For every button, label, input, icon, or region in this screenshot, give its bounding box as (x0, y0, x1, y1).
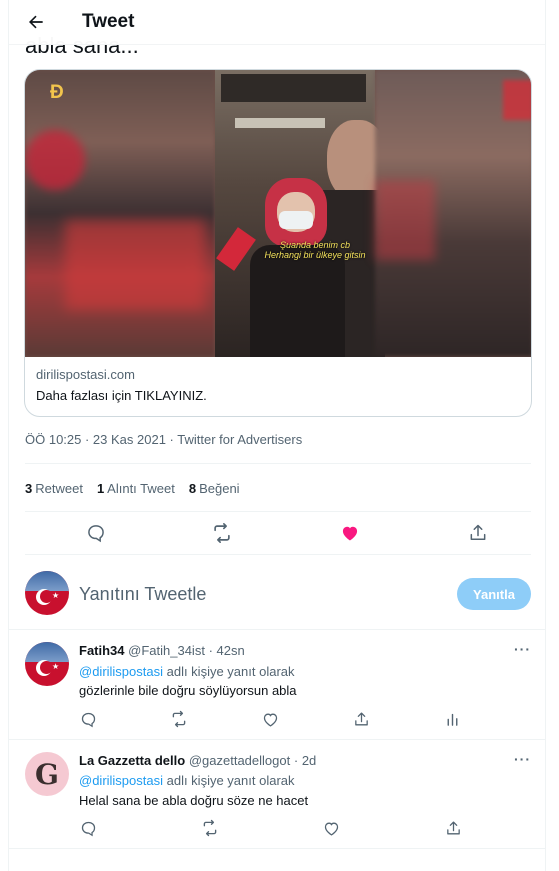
card-domain: dirilispostasi.com (36, 367, 135, 382)
top-header: Tweet (9, 0, 545, 45)
retweet-icon (203, 819, 217, 837)
heart-filled-icon (342, 526, 358, 541)
tweet-actions (25, 512, 531, 554)
author-handle[interactable]: @gazettadellogot (189, 753, 290, 768)
avatar: ★ (25, 571, 69, 615)
card-meta: dirilispostasi.com Daha fazlası için TIK… (25, 357, 531, 416)
comment-icon (81, 712, 95, 727)
retweet-icon (172, 710, 186, 728)
retweet-count[interactable]: 3 Retweet (25, 480, 83, 498)
author-name[interactable]: Fatih34 (79, 643, 125, 658)
reply-header: La Gazzetta dello @gazettadellogot · 2d (79, 753, 317, 768)
reply-text: Helal sana be abla doğru söze ne hacet (79, 793, 309, 808)
retweet-icon (214, 523, 230, 543)
video-subtitle: Şuanda benim cb Herhangi bir ülkeye gits… (264, 240, 366, 260)
author-handle[interactable]: @Fatih_34ist (128, 643, 205, 658)
reply-button[interactable] (78, 818, 98, 838)
more-options-icon[interactable]: ··· (514, 752, 534, 769)
like-button[interactable] (260, 709, 280, 729)
like-count[interactable]: 8 Beğeni (189, 480, 240, 498)
reply-input[interactable]: Yanıtını Tweetle (79, 584, 206, 605)
reply-tweet[interactable]: G La Gazzetta dello @gazettadellogot · 2… (9, 740, 545, 848)
author-name[interactable]: La Gazzetta dello (79, 753, 185, 768)
retweet-button[interactable] (169, 709, 189, 729)
tweet-detail-page: Tweet abla sana... Ɖ Şuanda benim cb Her… (8, 0, 546, 871)
avatar[interactable]: G (25, 752, 69, 796)
card-image: Ɖ Şuanda benim cb Herhangi bir ülkeye gi… (25, 70, 531, 357)
reply-button[interactable] (84, 521, 108, 545)
reply-submit-button[interactable]: Yanıtla (457, 578, 531, 610)
heart-icon (263, 713, 277, 727)
replying-to: @dirilispostasi adlı kişiye yanıt olarak (79, 664, 295, 679)
divider (9, 848, 545, 849)
analytics-icon (447, 713, 457, 726)
like-button[interactable] (338, 521, 362, 545)
retweet-button[interactable] (210, 521, 234, 545)
mention-link[interactable]: @dirilispostasi (79, 664, 163, 679)
comment-icon (88, 525, 104, 543)
reply-tweet[interactable]: ★ Fatih34 @Fatih_34ist · 42sn ··· @diril… (9, 630, 545, 739)
tweet-stats: 3 Retweet 1 Alıntı Tweet 8 Beğeni (25, 480, 240, 498)
share-icon (470, 524, 486, 540)
retweet-button[interactable] (200, 818, 220, 838)
comment-icon (81, 821, 95, 836)
site-logo-icon: Ɖ (50, 82, 64, 103)
mention-link[interactable]: @dirilispostasi (79, 773, 163, 788)
heart-icon (324, 822, 338, 836)
reply-time[interactable]: 2d (302, 753, 316, 768)
share-button[interactable] (466, 521, 490, 545)
analytics-button[interactable] (442, 709, 462, 729)
tweet-timestamp[interactable]: ÖÖ 10:25 · 23 Kas 2021 · Twitter for Adv… (25, 431, 302, 449)
replying-to: @dirilispostasi adlı kişiye yanıt olarak (79, 773, 295, 788)
divider (25, 463, 531, 464)
back-button[interactable] (18, 4, 54, 40)
share-icon (446, 820, 460, 834)
reply-button[interactable] (78, 709, 98, 729)
page-title: Tweet (82, 11, 135, 32)
reply-time[interactable]: 42sn (217, 643, 245, 658)
reply-header: Fatih34 @Fatih_34ist · 42sn (79, 643, 245, 658)
link-card[interactable]: Ɖ Şuanda benim cb Herhangi bir ülkeye gi… (24, 69, 532, 417)
avatar[interactable]: ★ (25, 642, 69, 686)
reply-composer: ★ Yanıtını Tweetle Yanıtla (9, 555, 545, 629)
card-title: Daha fazlası için TIKLAYINIZ. (36, 388, 207, 403)
share-button[interactable] (351, 709, 371, 729)
reply-text: gözlerinle bile doğru söylüyorsun abla (79, 683, 297, 698)
share-icon (354, 711, 368, 725)
more-options-icon[interactable]: ··· (514, 642, 534, 659)
share-button[interactable] (443, 818, 463, 838)
arrow-left-icon (29, 15, 43, 29)
quote-count[interactable]: 1 Alıntı Tweet (97, 480, 175, 498)
like-button[interactable] (321, 818, 341, 838)
